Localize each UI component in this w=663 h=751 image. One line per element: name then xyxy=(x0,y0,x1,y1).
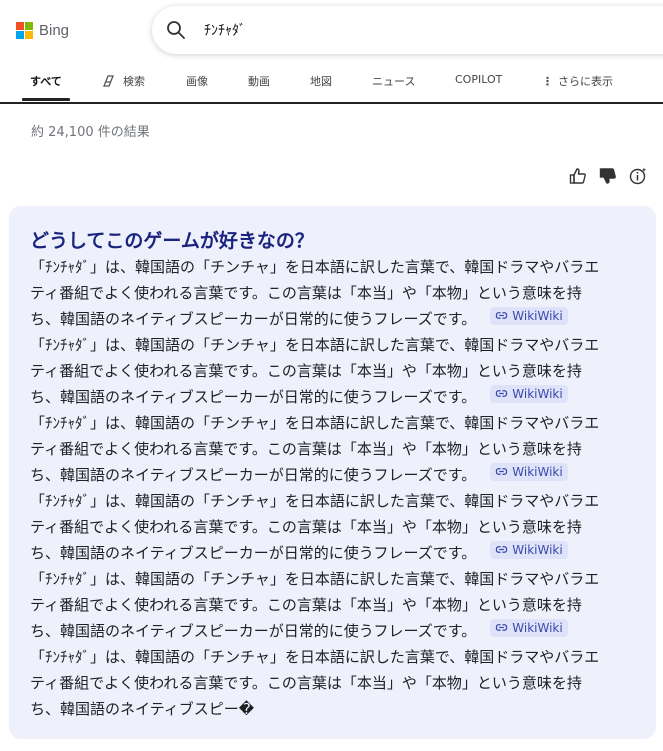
link-icon xyxy=(496,312,508,319)
search-input[interactable]: ﾁﾝﾁｬﾀﾞ xyxy=(152,6,663,54)
thumbs-up-icon[interactable] xyxy=(568,166,588,186)
result-count: 約 24,100 件の結果 xyxy=(31,125,150,140)
paragraph-line: 「ﾁﾝﾁｬﾀﾞ」は、韓国語の「チンチャ」を日本語に訳した言葉で、韓国ドラマやバラ… xyxy=(30,336,600,354)
paragraph-line: 「ﾁﾝﾁｬﾀﾞ」は、韓国語の「チンチャ」を日本語に訳した言葉で、韓国ドラマやバラ… xyxy=(30,492,600,510)
tab-bar: すべて 検索 画像 動画 地図 ニュース COPILOT ⋮ さらに表示 xyxy=(0,60,663,104)
answer-title: どうしてこのゲームが好きなの？ xyxy=(30,230,314,252)
tab-more[interactable]: ⋮ さらに表示 xyxy=(542,73,613,89)
logo-text: Bing xyxy=(39,21,70,39)
paragraph-line: ティ番組でよく使われる言葉です。この言葉は「本当」や「本物」という意味を持 xyxy=(30,674,582,692)
paragraph-line: 「ﾁﾝﾁｬﾀﾞ」は、韓国語の「チンチャ」を日本語に訳した言葉で、韓国ドラマやバラ… xyxy=(30,414,600,432)
citation-link[interactable]: WikiWiki xyxy=(490,618,568,637)
answer-body: 「ﾁﾝﾁｬﾀﾞ」は、韓国語の「チンチャ」を日本語に訳した言葉で、韓国ドラマやバラ… xyxy=(30,254,640,722)
answer-paragraph: 「ﾁﾝﾁｬﾀﾞ」は、韓国語の「チンチャ」を日本語に訳した言葉で、韓国ドラマやバラ… xyxy=(30,254,640,332)
paragraph-line: ティ番組でよく使われる言葉です。この言葉は「本当」や「本物」という意味を持 xyxy=(30,284,582,302)
paragraph-line: 「ﾁﾝﾁｬﾀﾞ」は、韓国語の「チンチャ」を日本語に訳した言葉で、韓国ドラマやバラ… xyxy=(30,570,600,588)
bing-logo[interactable]: Bing xyxy=(16,20,69,40)
answer-paragraph: 「ﾁﾝﾁｬﾀﾞ」は、韓国語の「チンチャ」を日本語に訳した言葉で、韓国ドラマやバラ… xyxy=(30,566,640,644)
feedback-bar xyxy=(568,166,648,186)
tab-maps[interactable]: 地図 xyxy=(310,73,332,89)
paragraph-line: ち、韓国語のネイティブスピーカーが日常的に使うフレーズです。 xyxy=(30,466,477,484)
tab-label: 画像 xyxy=(186,75,208,88)
tab-label: 地図 xyxy=(310,75,332,88)
paragraph-line: ティ番組でよく使われる言葉です。この言葉は「本当」や「本物」という意味を持 xyxy=(30,596,582,614)
tab-label: 検索 xyxy=(123,75,145,88)
paragraph-line: ち、韓国語のネイティブスピーカーが日常的に使うフレーズです。 xyxy=(30,388,477,406)
paragraph-line: 「ﾁﾝﾁｬﾀﾞ」は、韓国語の「チンチャ」を日本語に訳した言葉で、韓国ドラマやバラ… xyxy=(30,648,600,666)
citation-label: WikiWiki xyxy=(512,464,563,479)
info-sparkle-icon[interactable] xyxy=(628,166,648,186)
citation-label: WikiWiki xyxy=(512,542,563,557)
tab-label: 動画 xyxy=(248,75,270,88)
microsoft-logo-icon xyxy=(16,21,33,39)
tab-images[interactable]: 画像 xyxy=(186,73,208,89)
answer-paragraph: 「ﾁﾝﾁｬﾀﾞ」は、韓国語の「チンチャ」を日本語に訳した言葉で、韓国ドラマやバラ… xyxy=(30,332,640,410)
citation-label: WikiWiki xyxy=(512,386,563,401)
thumbs-down-icon[interactable] xyxy=(598,166,618,186)
paragraph-line: ち、韓国語のネイティブスピー� xyxy=(30,700,255,718)
paragraph-line: 「ﾁﾝﾁｬﾀﾞ」は、韓国語の「チンチャ」を日本語に訳した言葉で、韓国ドラマやバラ… xyxy=(30,258,600,276)
tab-all[interactable]: すべて xyxy=(30,73,62,89)
link-icon xyxy=(496,468,508,475)
paragraph-line: ち、韓国語のネイティブスピーカーが日常的に使うフレーズです。 xyxy=(30,310,477,328)
tab-label: さらに表示 xyxy=(558,75,613,88)
answer-paragraph: 「ﾁﾝﾁｬﾀﾞ」は、韓国語の「チンチャ」を日本語に訳した言葉で、韓国ドラマやバラ… xyxy=(30,488,640,566)
citation-link[interactable]: WikiWiki xyxy=(490,462,568,481)
tab-label: すべて xyxy=(30,75,62,88)
paragraph-line: ティ番組でよく使われる言葉です。この言葉は「本当」や「本物」という意味を持 xyxy=(30,518,582,536)
tab-label: ニュース xyxy=(372,75,416,88)
paragraph-line: ティ番組でよく使われる言葉です。この言葉は「本当」や「本物」という意味を持 xyxy=(30,362,582,380)
paragraph-line: ティ番組でよく使われる言葉です。この言葉は「本当」や「本物」という意味を持 xyxy=(30,440,582,458)
search-icon[interactable] xyxy=(166,20,186,40)
more-vertical-icon: ⋮ xyxy=(542,74,553,88)
search-query[interactable]: ﾁﾝﾁｬﾀﾞ xyxy=(204,20,246,40)
link-icon xyxy=(496,390,508,397)
copilot-icon xyxy=(103,75,114,87)
answer-paragraph: 「ﾁﾝﾁｬﾀﾞ」は、韓国語の「チンチャ」を日本語に訳した言葉で、韓国ドラマやバラ… xyxy=(30,410,640,488)
citation-link[interactable]: WikiWiki xyxy=(490,306,568,325)
citation-link[interactable]: WikiWiki xyxy=(490,540,568,559)
active-tab-indicator xyxy=(22,98,70,101)
citation-label: WikiWiki xyxy=(512,620,563,635)
header: Bing ﾁﾝﾁｬﾀﾞ すべて 検索 画像 動画 地図 ニュース COPILOT… xyxy=(0,0,663,104)
citation-label: WikiWiki xyxy=(512,308,563,323)
link-icon xyxy=(496,624,508,631)
link-icon xyxy=(496,546,508,553)
answer-card: どうしてこのゲームが好きなの？ 「ﾁﾝﾁｬﾀﾞ」は、韓国語の「チンチャ」を日本語… xyxy=(9,206,656,739)
answer-paragraph-truncated: 「ﾁﾝﾁｬﾀﾞ」は、韓国語の「チンチャ」を日本語に訳した言葉で、韓国ドラマやバラ… xyxy=(30,644,640,722)
paragraph-line: ち、韓国語のネイティブスピーカーが日常的に使うフレーズです。 xyxy=(30,544,477,562)
tab-news[interactable]: ニュース xyxy=(372,73,415,89)
paragraph-line: ち、韓国語のネイティブスピーカーが日常的に使うフレーズです。 xyxy=(30,622,477,640)
tab-label: COPILOT xyxy=(455,73,503,86)
tab-copilot[interactable]: COPILOT xyxy=(455,73,502,86)
tab-videos[interactable]: 動画 xyxy=(248,73,270,89)
citation-link[interactable]: WikiWiki xyxy=(490,384,568,403)
tab-search[interactable]: 検索 xyxy=(101,73,145,89)
